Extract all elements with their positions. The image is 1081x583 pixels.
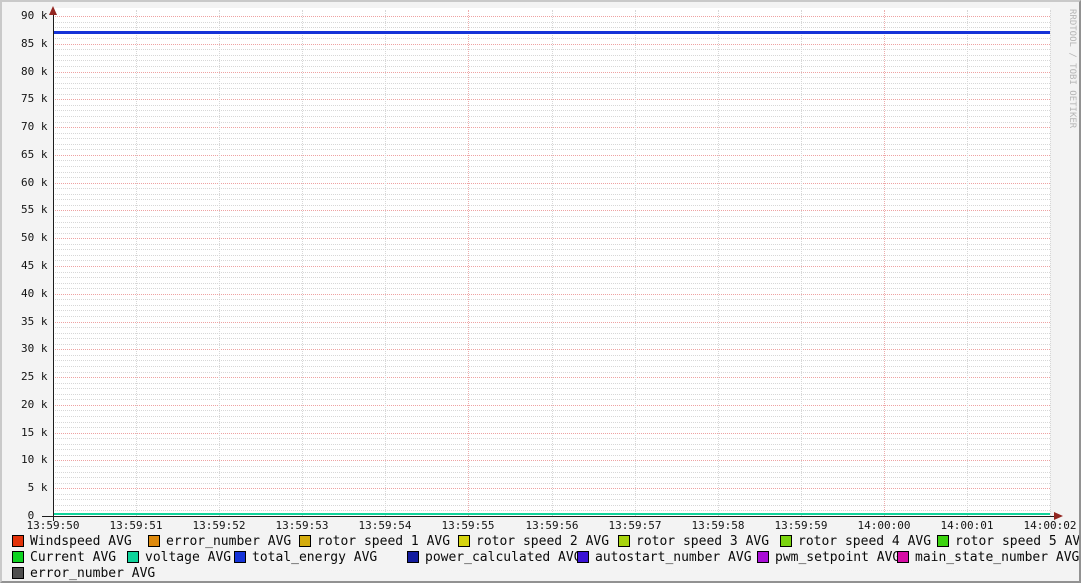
legend-item: autostart_number AVG	[577, 549, 752, 565]
legend-label: rotor speed 3 AVG	[636, 533, 770, 549]
series-line-zero-baseline	[53, 513, 1050, 515]
gridline-v-minor	[800, 10, 802, 516]
legend-item: power_calculated AVG	[407, 549, 582, 565]
y-tick-label: 40 k	[21, 287, 48, 300]
x-tick-label: 13:59:51	[109, 519, 163, 532]
legend-item: main_state_number AVG	[897, 549, 1080, 565]
legend-swatch	[299, 535, 311, 547]
legend-item: error_number AVG	[12, 565, 156, 581]
legend-swatch	[12, 567, 24, 579]
y-tick-label: 65 k	[21, 148, 48, 161]
legend-label: pwm_setpoint AVG	[775, 549, 901, 565]
gridline-v-minor	[219, 10, 221, 516]
gridline-v-minor	[1050, 10, 1051, 516]
legend-item: rotor speed 2 AVG	[458, 533, 610, 549]
legend-item: rotor speed 3 AVG	[618, 533, 770, 549]
y-tick-label: 15 k	[21, 426, 48, 439]
legend-label: Windspeed AVG	[30, 533, 132, 549]
x-tick-label: 13:59:59	[774, 519, 828, 532]
gridline-v-minor	[717, 10, 719, 516]
x-tick-label: 14:00:01	[940, 519, 994, 532]
series-line-total-energy	[53, 31, 1050, 34]
gridline-v-minor	[302, 10, 304, 516]
x-tick-label: 13:59:57	[608, 519, 662, 532]
legend-item: error_number AVG	[148, 533, 292, 549]
x-tick-label: 13:59:58	[691, 519, 745, 532]
y-tick-label: 35 k	[21, 315, 48, 328]
rrdtool-graph: 90 k 85 k 80 k 75 k 70 k 65 k 60 k 55 k 50 k 45 k…	[0, 0, 1081, 583]
legend-label: voltage AVG	[145, 549, 232, 565]
legend-swatch	[757, 551, 769, 563]
y-tick-label: 90 k	[21, 9, 48, 22]
legend-item: Windspeed AVG	[12, 533, 132, 549]
watermark: RRDTOOL / TOBI OETIKER	[1067, 9, 1077, 129]
y-tick-label: 70 k	[21, 120, 48, 133]
legend-swatch	[148, 535, 160, 547]
legend-label: error_number AVG	[30, 565, 156, 581]
y-tick-label: 80 k	[21, 65, 48, 78]
gridline-v-major	[883, 10, 885, 516]
legend-label: rotor speed 1 AVG	[317, 533, 451, 549]
legend-item: rotor speed 5 AVG	[937, 534, 1079, 549]
legend-swatch	[12, 535, 24, 547]
legend-label: total_energy AVG	[252, 549, 378, 565]
legend-label: main_state_number AVG	[915, 549, 1080, 565]
x-tick-label: 13:59:52	[192, 519, 246, 532]
gridline-v-minor	[385, 10, 387, 516]
x-tick-label: 13:59:55	[441, 519, 495, 532]
legend-item: rotor speed 1 AVG	[299, 533, 451, 549]
y-tick-label: 20 k	[21, 398, 48, 411]
x-axis-line	[42, 516, 1055, 517]
x-tick-label: 13:59:54	[358, 519, 412, 532]
legend-swatch	[12, 551, 24, 563]
legend-swatch	[780, 535, 792, 547]
y-tick-label: 60 k	[21, 176, 48, 189]
legend-swatch	[458, 535, 470, 547]
y-tick-label: 55 k	[21, 203, 48, 216]
legend-item: rotor speed 4 AVG	[780, 533, 932, 549]
gridline-v-minor	[966, 10, 968, 516]
y-tick-label: 45 k	[21, 259, 48, 272]
legend-item: voltage AVG	[127, 549, 232, 565]
legend-label: rotor speed 2 AVG	[476, 533, 610, 549]
y-tick-label: 25 k	[21, 370, 48, 383]
y-tick-label: 10 k	[21, 453, 48, 466]
y-tick-label: 50 k	[21, 231, 48, 244]
y-tick-label: 5 k	[21, 481, 48, 494]
legend-item: pwm_setpoint AVG	[757, 549, 901, 565]
legend-item: total_energy AVG	[234, 549, 378, 565]
x-tick-label: 13:59:56	[525, 519, 579, 532]
y-tick-label: 75 k	[21, 92, 48, 105]
legend-label: autostart_number AVG	[595, 549, 752, 565]
legend-label: Current AVG	[30, 549, 117, 565]
legend-swatch	[937, 535, 949, 547]
legend-swatch	[897, 551, 909, 563]
gridline-v-minor	[551, 10, 553, 516]
gridline-v-minor	[136, 10, 138, 516]
legend-swatch	[234, 551, 246, 563]
x-tick-label: 13:59:50	[26, 519, 80, 532]
legend-label: error_number AVG	[166, 533, 292, 549]
legend-item: Current AVG	[12, 549, 117, 565]
legend-label: power_calculated AVG	[425, 549, 582, 565]
x-tick-label: 13:59:53	[275, 519, 329, 532]
legend-swatch	[577, 551, 589, 563]
legend-swatch	[407, 551, 419, 563]
gridline-v-minor	[634, 10, 636, 516]
legend-swatch	[127, 551, 139, 563]
legend-swatch	[618, 535, 630, 547]
x-tick-label: 14:00:00	[857, 519, 911, 532]
legend-label: rotor speed 4 AVG	[798, 533, 932, 549]
gridline-v-major	[468, 10, 470, 516]
y-tick-label: 30 k	[21, 342, 48, 355]
y-tick-label: 85 k	[21, 37, 48, 50]
